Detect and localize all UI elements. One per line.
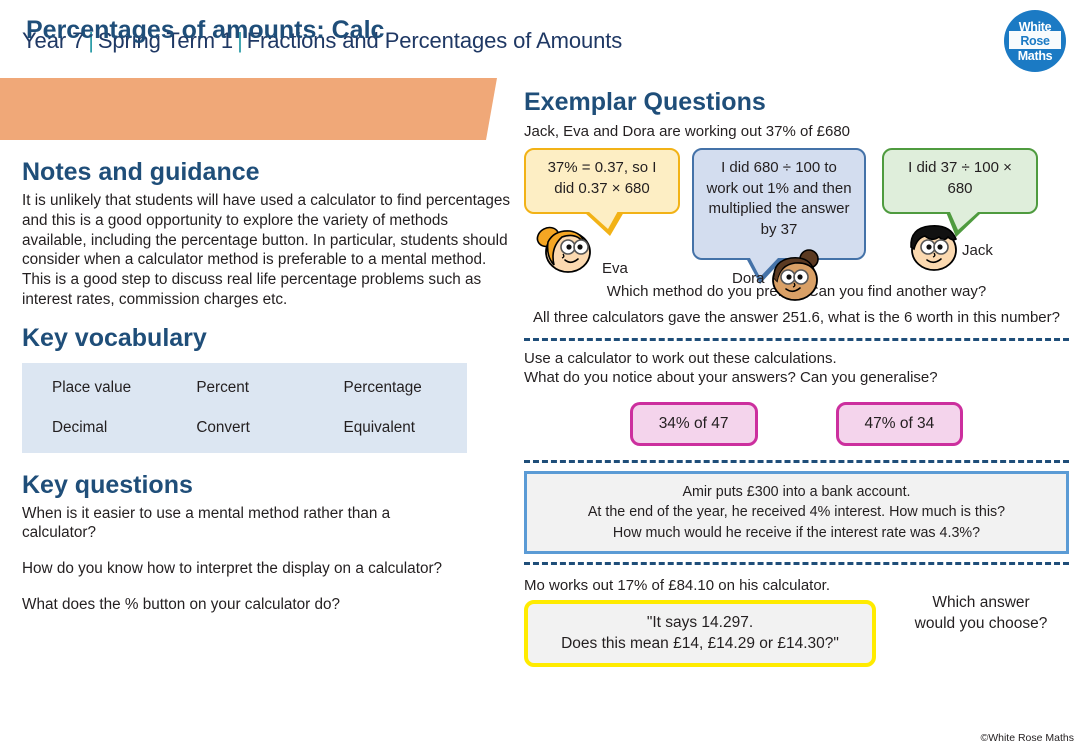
calculation-box: 34% of 47: [629, 402, 758, 447]
speech-bubble-dora-text: I did 680 ÷ 100 to work out 1% and then …: [706, 159, 852, 239]
section-divider: [524, 562, 1069, 566]
key-question-item: How do you know how to interpret the dis…: [22, 560, 443, 578]
left-column: Notes and guidance It is unlikely that s…: [22, 158, 512, 631]
vocabulary-box: Place value Percent Percentage Decimal C…: [22, 362, 467, 453]
interest-question-line2: At the end of the year, he received 4% i…: [587, 504, 1006, 521]
mo-quote-line1: "It says 14.297.: [646, 614, 754, 632]
interest-question-line3: How much would he receive if the interes…: [612, 524, 981, 541]
calc-prompt-line2: What do you notice about your answers? C…: [524, 369, 938, 387]
avatar-jack: [904, 220, 964, 279]
speech-bubble-eva: 37% = 0.37, so I did 0.37 × 680: [524, 148, 680, 236]
speech-bubble-dora: I did 680 ÷ 100 to work out 1% and then …: [692, 148, 866, 284]
logo-text-white: White: [1018, 20, 1052, 34]
avatar-dora: [764, 248, 828, 309]
speech-bubble-jack: I did 37 ÷ 100 × 680: [882, 148, 1038, 237]
logo-text-maths: Maths: [1017, 49, 1053, 63]
mo-quote-line2: Does this mean £14, £14.29 or £14.30?": [561, 635, 839, 653]
lesson-title-banner: [0, 78, 497, 140]
interest-question-line1: Amir puts £300 into a bank account.: [682, 484, 911, 501]
vocabulary-term: Percentage: [343, 378, 422, 396]
interest-question-box: Amir puts £300 into a bank account. At t…: [524, 471, 1069, 555]
vocabulary-row: Place value Percent Percentage: [22, 379, 467, 397]
page-title: Percentages of amounts: Calc: [26, 16, 385, 44]
avatar-eva: [532, 224, 596, 283]
which-answer-prompt: Which answer would you choose?: [901, 593, 1061, 635]
key-question-item: What does the % button on your calculato…: [22, 596, 341, 614]
which-answer-line1: Which answer: [932, 594, 1030, 612]
exemplar-intro: Jack, Eva and Dora are working out 37% o…: [524, 123, 851, 140]
avatar-label-jack: Jack: [962, 242, 993, 259]
mo-question-text: Mo works out 17% of £84.10 on his calcul…: [524, 577, 831, 595]
notes-heading: Notes and guidance: [22, 158, 260, 186]
calc-prompt-line1: Use a calculator to work out these calcu…: [524, 349, 837, 367]
logo-text-rose: Rose: [1020, 34, 1050, 48]
speech-bubble-jack-text: I did 37 ÷ 100 × 680: [908, 159, 1012, 197]
vocabulary-term: Place value: [52, 378, 132, 396]
section-divider: [524, 460, 1069, 464]
mo-quote-box: "It says 14.297. Does this mean £14, £14…: [524, 600, 876, 667]
vocabulary-heading: Key vocabulary: [22, 324, 207, 352]
logo-circle: White Rose Maths: [1004, 10, 1066, 72]
exemplar-prompt-line2: All three calculators gave the answer 25…: [533, 308, 1060, 326]
speech-bubble-group: 37% = 0.37, so I did 0.37 × 680 I did 68…: [524, 148, 1069, 301]
right-column: Exemplar Questions Jack, Eva and Dora ar…: [524, 88, 1069, 669]
vocabulary-term: Convert: [196, 418, 250, 436]
vocabulary-row: Decimal Convert Equivalent: [22, 419, 467, 437]
copyright-notice: ©White Rose Maths: [980, 732, 1074, 744]
vocabulary-term: Percent: [196, 378, 250, 396]
section-divider: [524, 337, 1069, 341]
key-questions-heading: Key questions: [22, 470, 193, 499]
vocabulary-term: Decimal: [52, 418, 108, 436]
notes-body: It is unlikely that students will have u…: [22, 191, 511, 309]
calculation-box: 47% of 34: [835, 402, 964, 447]
exemplar-heading: Exemplar Questions: [524, 88, 766, 116]
key-question-item: When is it easier to use a mental method…: [22, 504, 391, 542]
avatar-label-eva: Eva: [602, 260, 628, 277]
speech-bubble-eva-text: 37% = 0.37, so I did 0.37 × 680: [547, 159, 657, 197]
calculation-box-group: 34% of 47 47% of 34: [524, 402, 1069, 447]
mo-question-section: Mo works out 17% of £84.10 on his calcul…: [524, 577, 1069, 669]
vocabulary-term: Equivalent: [343, 418, 415, 436]
avatar-label-dora: Dora: [732, 270, 765, 287]
white-rose-maths-logo: White Rose Maths: [1004, 10, 1066, 72]
which-answer-line2: would you choose?: [914, 615, 1048, 632]
